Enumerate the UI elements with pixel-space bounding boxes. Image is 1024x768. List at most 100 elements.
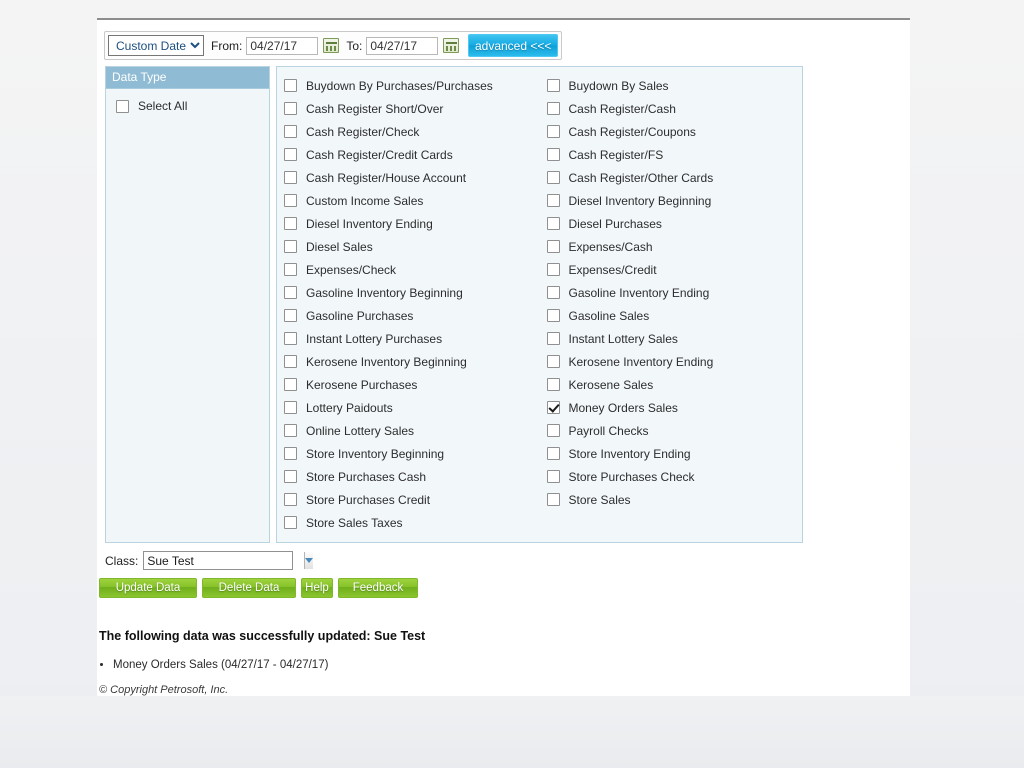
data-type-row[interactable]: Buydown By Purchases/Purchases [284,74,540,97]
data-type-row[interactable]: Store Purchases Credit [284,488,540,511]
data-type-row[interactable]: Gasoline Inventory Ending [546,281,803,304]
data-type-checkbox[interactable] [284,217,297,230]
data-type-checkbox[interactable] [546,194,560,207]
data-type-checkbox[interactable] [284,401,297,414]
data-type-checkbox[interactable] [284,355,297,368]
data-type-label: Instant Lottery Sales [568,331,678,346]
data-type-checkbox[interactable] [284,424,297,437]
data-type-checkbox[interactable] [284,240,297,253]
from-date-input[interactable] [246,36,319,55]
data-type-row[interactable]: Store Purchases Cash [284,465,540,488]
data-type-label: Cash Register/Cash [568,101,676,116]
data-type-row[interactable]: Cash Register/Cash [546,97,803,120]
data-type-checkbox[interactable] [284,79,297,92]
help-button[interactable]: Help [301,578,333,598]
data-type-checkbox[interactable] [546,447,560,460]
data-type-checkbox[interactable] [546,401,560,414]
select-all-row[interactable]: Select All [106,89,269,113]
data-type-header: Data Type [106,67,269,89]
select-all-checkbox[interactable] [116,99,129,113]
data-type-checkbox[interactable] [546,470,560,483]
data-type-row[interactable]: Kerosene Inventory Beginning [284,350,540,373]
period-select[interactable]: Custom DateTodayYesterdayThis WeekThis M… [108,35,204,56]
data-type-checkbox[interactable] [546,355,560,368]
data-type-checkbox[interactable] [546,102,560,115]
data-type-row[interactable]: Cash Register/Check [284,120,540,143]
data-type-checkbox[interactable] [284,493,297,506]
data-type-checkbox[interactable] [284,102,297,115]
data-type-row[interactable]: Gasoline Purchases [284,304,540,327]
data-type-row[interactable]: Instant Lottery Sales [546,327,803,350]
data-type-checkbox[interactable] [284,286,297,299]
data-type-row[interactable]: Diesel Purchases [546,212,803,235]
data-type-row[interactable]: Cash Register Short/Over [284,97,540,120]
delete-data-button[interactable]: Delete Data [202,578,296,598]
data-type-row[interactable]: Expenses/Check [284,258,540,281]
data-type-checkbox[interactable] [284,125,297,138]
class-combobox[interactable] [143,551,314,570]
data-type-checkbox[interactable] [546,309,560,322]
data-type-row[interactable]: Instant Lottery Purchases [284,327,540,350]
data-type-checkbox[interactable] [546,424,560,437]
to-calendar-icon[interactable] [443,38,460,53]
data-type-checkbox[interactable] [546,286,560,299]
data-type-row[interactable]: Expenses/Credit [546,258,803,281]
data-type-checkbox[interactable] [546,332,560,345]
data-type-checkbox[interactable] [284,171,297,184]
data-type-checkbox[interactable] [284,470,297,483]
data-type-row[interactable]: Kerosene Purchases [284,373,540,396]
data-type-row[interactable]: Kerosene Inventory Ending [546,350,803,373]
success-message-title: The following data was successfully upda… [99,629,426,643]
from-calendar-icon[interactable] [323,38,340,53]
data-type-checkbox[interactable] [284,378,297,391]
data-type-checkbox[interactable] [546,240,560,253]
data-type-checkbox[interactable] [284,516,297,529]
data-type-checkbox[interactable] [284,332,297,345]
advanced-toggle-button[interactable]: advanced <<< [468,34,558,57]
data-type-checkbox[interactable] [546,148,560,161]
update-data-button[interactable]: Update Data [99,578,197,598]
data-type-checkbox[interactable] [284,148,297,161]
data-type-row[interactable]: Cash Register/Credit Cards [284,143,540,166]
data-type-checkbox[interactable] [546,79,560,92]
data-type-checkbox[interactable] [284,194,297,207]
data-type-row[interactable]: Expenses/Cash [546,235,803,258]
data-type-checkbox[interactable] [546,378,560,391]
data-type-row[interactable]: Diesel Inventory Beginning [546,189,803,212]
data-type-row[interactable]: Store Sales [546,488,803,511]
data-type-row[interactable]: Online Lottery Sales [284,419,540,442]
data-type-row[interactable]: Payroll Checks [546,419,803,442]
data-type-row[interactable]: Buydown By Sales [546,74,803,97]
data-type-checkbox[interactable] [284,309,297,322]
data-type-label: Kerosene Sales [568,377,654,392]
data-type-row[interactable]: Cash Register/Other Cards [546,166,803,189]
data-type-row[interactable]: Custom Income Sales [284,189,540,212]
data-type-row[interactable]: Diesel Sales [284,235,540,258]
class-input[interactable] [144,552,305,569]
data-type-row[interactable]: Lottery Paidouts [284,396,540,419]
data-type-checkbox[interactable] [284,263,297,276]
data-type-checkbox[interactable] [546,217,560,230]
data-type-row[interactable]: Store Inventory Beginning [284,442,540,465]
data-type-checkbox[interactable] [546,493,560,506]
data-type-row[interactable]: Kerosene Sales [546,373,803,396]
data-type-row[interactable]: Store Inventory Ending [546,442,803,465]
to-date-input[interactable] [366,36,439,55]
data-type-row[interactable]: Cash Register/House Account [284,166,540,189]
data-type-row[interactable]: Diesel Inventory Ending [284,212,540,235]
data-type-checkbox[interactable] [546,125,560,138]
data-type-row[interactable]: Store Purchases Check [546,465,803,488]
data-type-checkbox[interactable] [546,263,560,276]
chevron-down-icon[interactable] [304,552,314,569]
data-type-checkbox[interactable] [284,447,297,460]
data-type-row[interactable]: Store Sales Taxes [284,511,540,534]
feedback-button[interactable]: Feedback [338,578,418,598]
data-type-row[interactable]: Gasoline Inventory Beginning [284,281,540,304]
data-type-row[interactable]: Cash Register/Coupons [546,120,803,143]
data-type-row[interactable]: Gasoline Sales [546,304,803,327]
data-type-checkbox[interactable] [546,171,560,184]
data-type-label: Store Inventory Beginning [306,446,445,461]
data-type-label: Store Purchases Credit [306,492,431,507]
data-type-row[interactable]: Cash Register/FS [546,143,803,166]
data-type-row[interactable]: Money Orders Sales [546,396,803,419]
